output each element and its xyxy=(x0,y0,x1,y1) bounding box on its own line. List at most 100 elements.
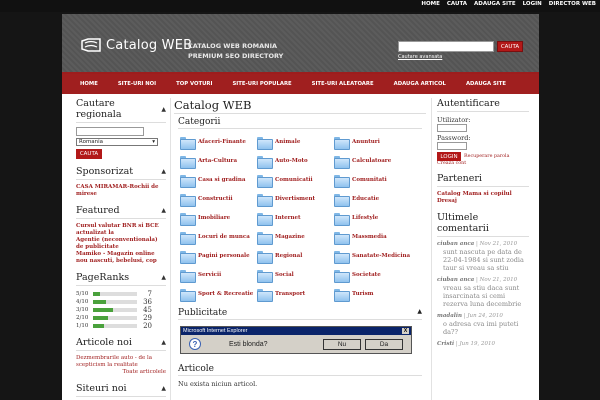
category-item[interactable]: Transport xyxy=(257,286,334,302)
category-item[interactable]: Lifestyle xyxy=(334,210,411,226)
category-item[interactable]: Regional xyxy=(257,248,334,264)
right-sidebar: Autentificare Utilizator: Password: LOGI… xyxy=(437,98,529,355)
nav-item-home[interactable]: HOME xyxy=(70,81,108,87)
category-label: Sanatate-Medicina xyxy=(352,253,411,259)
nav-item-adauga-site[interactable]: ADAUGA SITE xyxy=(456,81,516,87)
category-item[interactable]: Magazine xyxy=(257,229,334,245)
pagerank-row[interactable]: 4/10 36 xyxy=(76,298,166,306)
collapse-arrow-icon[interactable]: ▲ xyxy=(161,385,166,392)
category-item[interactable]: Constructii xyxy=(180,191,257,207)
header-search: CAUTA xyxy=(398,41,523,52)
sponsored-link[interactable]: CASA MIRAMAR-Rochii de mirese xyxy=(76,184,166,198)
ad-dialog-banner[interactable]: Microsoft Internet Explorer X ? Esti blo… xyxy=(180,326,412,354)
category-label: Divertisment xyxy=(275,196,316,202)
category-item[interactable]: Pagini personale xyxy=(180,248,257,264)
comment-author[interactable]: ciuban anca xyxy=(437,277,474,283)
nav-item-site-uri-populare[interactable]: SITE-URI POPULARE xyxy=(222,81,301,87)
pagerank-bar xyxy=(93,300,137,304)
category-item[interactable]: Turism xyxy=(334,286,411,302)
collapse-arrow-icon[interactable]: ▲ xyxy=(161,207,166,214)
category-label: Lifestyle xyxy=(352,215,379,221)
folder-icon xyxy=(180,136,196,150)
category-label: Animale xyxy=(275,139,301,145)
category-item[interactable]: Anunturi xyxy=(334,134,411,150)
category-item[interactable]: Locuri de munca xyxy=(180,229,257,245)
category-item[interactable]: Massmedia xyxy=(334,229,411,245)
top-link-director-web[interactable]: DIRECTOR WEB xyxy=(549,1,596,7)
category-item[interactable]: Auto-Moto xyxy=(257,153,334,169)
article-link[interactable]: Dezmembrarile auto - de la scepticism la… xyxy=(76,355,166,369)
regional-search-button[interactable]: CAUTA xyxy=(76,149,102,159)
nav-item-site-uri-noi[interactable]: SITE-URI NOI xyxy=(108,81,166,87)
top-link-home[interactable]: HOME xyxy=(421,1,440,7)
logo-text: Catalog WEB xyxy=(106,37,193,53)
collapse-arrow-icon[interactable]: ▲ xyxy=(161,274,166,281)
category-label: Afaceri-Finante xyxy=(198,139,246,145)
all-articles-link[interactable]: Toate articolele xyxy=(76,369,166,376)
top-link-cauta[interactable]: CAUTA xyxy=(447,1,467,7)
collapse-arrow-icon[interactable]: ▲ xyxy=(161,106,166,113)
collapse-arrow-icon[interactable]: ▲ xyxy=(417,308,422,318)
comment-item: ciuban anca | Nov 21, 2010 sunt nascuta p… xyxy=(437,241,529,272)
category-item[interactable]: Animale xyxy=(257,134,334,150)
login-title: Autentificare xyxy=(437,98,529,112)
password-field[interactable] xyxy=(437,142,467,150)
featured-link[interactable]: Agentie (neconventionala) de publicitate xyxy=(76,237,166,251)
header-search-button[interactable]: CAUTA xyxy=(497,41,523,52)
pagerank-row[interactable]: 3/10 45 xyxy=(76,306,166,314)
folder-icon xyxy=(180,155,196,169)
category-item[interactable]: Divertisment xyxy=(257,191,334,207)
recover-password-link[interactable]: Recuperare parola xyxy=(464,154,509,159)
partner-link[interactable]: Catalog Mama si copilul Dresaj xyxy=(437,191,529,205)
top-link-adauga-site[interactable]: ADAUGA SITE xyxy=(474,1,516,7)
comment-author[interactable]: Cristi xyxy=(437,341,454,347)
category-item[interactable]: Comunicatii xyxy=(257,172,334,188)
category-item[interactable]: Calculatoare xyxy=(334,153,411,169)
category-item[interactable]: Internet xyxy=(257,210,334,226)
regional-search-heading: Cautare regionala xyxy=(76,98,122,120)
comment-author[interactable]: ciuban anca xyxy=(437,241,474,247)
collapse-arrow-icon[interactable]: ▲ xyxy=(161,339,166,346)
nav-item-adauga-articol[interactable]: ADAUGA ARTICOL xyxy=(384,81,456,87)
nav-item-top-voturi[interactable]: TOP VOTURI xyxy=(166,81,222,87)
dialog-yes-button[interactable]: Da xyxy=(365,338,403,350)
category-item[interactable]: Comunitati xyxy=(334,172,411,188)
username-field[interactable] xyxy=(437,124,467,132)
category-item[interactable]: Arta-Cultura xyxy=(180,153,257,169)
dialog-no-button[interactable]: Nu xyxy=(323,338,361,350)
folder-icon xyxy=(257,136,273,150)
dialog-close-icon[interactable]: X xyxy=(402,328,409,334)
featured-link[interactable]: Cursul valutar BNR si BCE actualizat la xyxy=(76,223,166,237)
category-item[interactable]: Sport & Recreatie xyxy=(180,286,257,302)
create-account-link[interactable]: Creaza cont xyxy=(437,161,529,166)
category-item[interactable]: Societate xyxy=(334,267,411,283)
nav-item-site-uri-aleatoare[interactable]: SITE-URI ALEATOARE xyxy=(302,81,384,87)
collapse-arrow-icon[interactable]: ▲ xyxy=(161,168,166,175)
comment-author[interactable]: madalin xyxy=(437,313,462,319)
category-label: Casa si gradina xyxy=(198,177,246,183)
top-link-login[interactable]: LOGIN xyxy=(523,1,542,7)
category-label: Comunicatii xyxy=(275,177,313,183)
category-item[interactable]: Afaceri-Finante xyxy=(180,134,257,150)
login-button[interactable]: LOGIN xyxy=(437,152,461,161)
category-item[interactable]: Servicii xyxy=(180,267,257,283)
category-item[interactable]: Imobiliare xyxy=(180,210,257,226)
category-item[interactable]: Casa si gradina xyxy=(180,172,257,188)
regional-search-input[interactable] xyxy=(76,127,144,136)
main-nav: HOME SITE-URI NOI TOP VOTURI SITE-URI PO… xyxy=(62,74,539,94)
category-item[interactable]: Educatie xyxy=(334,191,411,207)
featured-link[interactable]: Mamiko - Magazin online nou nascuti, beb… xyxy=(76,251,166,265)
category-item[interactable]: Social xyxy=(257,267,334,283)
folder-icon xyxy=(334,155,350,169)
pagerank-row[interactable]: 1/10 20 xyxy=(76,322,166,330)
advanced-search-link[interactable]: Cautare avansata xyxy=(398,54,442,60)
header-search-input[interactable] xyxy=(398,41,494,52)
category-item[interactable]: Sanatate-Medicina xyxy=(334,248,411,264)
column-divider-right xyxy=(431,98,432,400)
pagerank-row[interactable]: 2/10 29 xyxy=(76,314,166,322)
site-logo[interactable]: Catalog WEB xyxy=(80,37,192,53)
region-select[interactable]: Romania ▾ xyxy=(76,138,158,146)
main-content: Catalog WEB Categorii Afaceri-Finante Ani… xyxy=(174,98,426,388)
pagerank-row[interactable]: 5/10 7 xyxy=(76,290,166,298)
comment-date: Nov 21, 2010 xyxy=(479,241,518,247)
